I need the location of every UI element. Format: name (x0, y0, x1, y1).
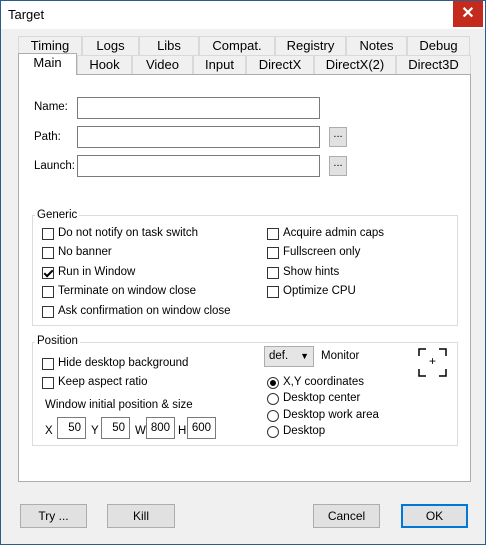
terminate-on-close-label: Terminate on window close (58, 285, 197, 297)
x-label: X (45, 425, 53, 437)
monitor-select[interactable]: def. ▼ (264, 346, 314, 367)
launch-browse-button[interactable]: ... (329, 156, 347, 176)
generic-group-title: Generic (35, 209, 80, 221)
tab-registry[interactable]: Registry (275, 36, 346, 55)
position-group-title: Position (35, 335, 80, 347)
dialog-window: Target ✕ Timing Logs Libs Compat. Regist… (0, 0, 486, 545)
optimize-cpu-checkbox[interactable] (267, 286, 279, 298)
desktop-work-area-radio[interactable] (267, 410, 279, 422)
tab-hook[interactable]: Hook (77, 55, 132, 74)
h-label: H (178, 425, 187, 437)
crosshair-plus: + (429, 354, 437, 368)
desktop-radio[interactable] (267, 426, 279, 438)
h-input[interactable]: 600 (187, 417, 216, 439)
ok-button[interactable]: OK (401, 504, 468, 528)
do-not-notify-checkbox[interactable] (42, 228, 54, 240)
path-browse-button[interactable]: ... (329, 127, 347, 147)
tab-notes[interactable]: Notes (346, 36, 407, 55)
no-banner-checkbox[interactable] (42, 247, 54, 259)
tab-debug[interactable]: Debug (407, 36, 470, 55)
launch-field[interactable] (77, 155, 320, 177)
hide-desktop-background-checkbox[interactable] (42, 358, 54, 370)
show-hints-label: Show hints (283, 266, 340, 278)
title-bar: Target ✕ (1, 1, 485, 29)
w-label: W (135, 425, 146, 437)
window-title: Target (8, 7, 45, 22)
path-field[interactable] (77, 126, 320, 148)
tab-compat[interactable]: Compat. (199, 36, 275, 55)
tab-input[interactable]: Input (193, 55, 246, 74)
fullscreen-only-checkbox[interactable] (267, 247, 279, 259)
tab-directx[interactable]: DirectX (246, 55, 314, 74)
show-hints-checkbox[interactable] (267, 267, 279, 279)
name-field[interactable] (77, 97, 320, 119)
xy-coordinates-radio[interactable] (267, 377, 279, 389)
y-input[interactable]: 50 (101, 417, 130, 439)
desktop-work-area-label: Desktop work area (283, 409, 379, 421)
desktop-center-radio[interactable] (267, 393, 279, 405)
tab-direct3d[interactable]: Direct3D (396, 55, 471, 74)
x-input[interactable]: 50 (57, 417, 86, 439)
crosshair-icon[interactable]: + (418, 348, 447, 377)
tab-logs[interactable]: Logs (82, 36, 139, 55)
tab-libs[interactable]: Libs (139, 36, 199, 55)
chevron-down-icon: ▼ (300, 351, 309, 361)
do-not-notify-label: Do not notify on task switch (58, 227, 198, 239)
ask-confirmation-label: Ask confirmation on window close (58, 305, 231, 317)
xy-coordinates-label: X,Y coordinates (283, 376, 364, 388)
keep-aspect-ratio-label: Keep aspect ratio (58, 376, 148, 388)
run-in-window-label: Run in Window (58, 266, 136, 278)
ask-confirmation-checkbox[interactable] (42, 306, 54, 318)
tab-directx2[interactable]: DirectX(2) (314, 55, 396, 74)
acquire-admin-caps-label: Acquire admin caps (283, 227, 384, 239)
hide-desktop-background-label: Hide desktop background (58, 357, 189, 369)
name-label: Name: (34, 101, 68, 113)
tab-video[interactable]: Video (132, 55, 193, 74)
tab-main[interactable]: Main (18, 53, 77, 75)
w-input[interactable]: 800 (146, 417, 175, 439)
kill-button[interactable]: Kill (107, 504, 175, 528)
fullscreen-only-label: Fullscreen only (283, 246, 361, 258)
close-button[interactable]: ✕ (453, 1, 483, 27)
no-banner-label: No banner (58, 246, 112, 258)
monitor-select-value: def. (269, 350, 289, 362)
optimize-cpu-label: Optimize CPU (283, 285, 356, 297)
terminate-on-close-checkbox[interactable] (42, 286, 54, 298)
monitor-label: Monitor (321, 350, 360, 362)
desktop-center-label: Desktop center (283, 392, 361, 404)
acquire-admin-caps-checkbox[interactable] (267, 228, 279, 240)
y-label: Y (91, 425, 99, 437)
cancel-button[interactable]: Cancel (313, 504, 380, 528)
run-in-window-checkbox[interactable] (42, 267, 54, 279)
path-label: Path: (34, 131, 61, 143)
keep-aspect-ratio-checkbox[interactable] (42, 377, 54, 389)
window-size-label: Window initial position & size (45, 399, 193, 411)
try-button[interactable]: Try ... (20, 504, 87, 528)
launch-label: Launch: (34, 160, 75, 172)
desktop-label: Desktop (283, 425, 326, 437)
